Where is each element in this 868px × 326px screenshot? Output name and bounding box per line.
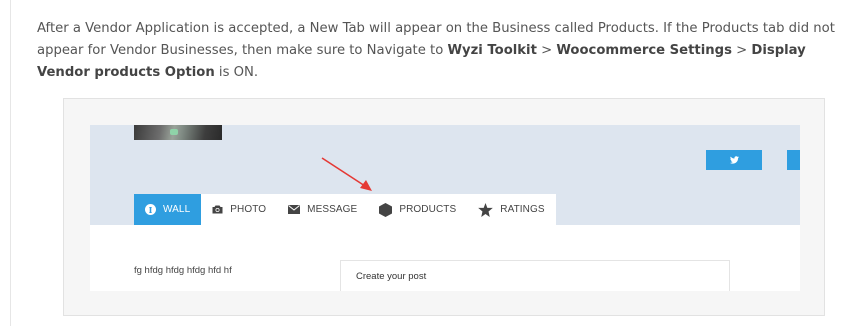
tab-label: PHOTO [230,204,267,215]
profile-tabs: i WALL PHOTO [134,194,556,225]
tab-label: WALL [163,204,191,215]
tab-label: RATINGS [500,204,545,215]
intro-paragraph: After a Vendor Application is accepted, … [37,21,835,80]
tab-message[interactable]: MESSAGE [277,194,368,225]
twitter-button[interactable] [706,150,762,170]
envelope-icon [288,205,301,214]
hexagon-icon [379,202,393,217]
tab-label: MESSAGE [307,204,358,215]
create-post-label: Create your post [356,271,427,282]
red-arrow-annotation [321,157,372,191]
tab-products[interactable]: PRODUCTS [368,194,467,225]
screenshot-frame: i WALL PHOTO [63,98,825,316]
tab-ratings[interactable]: RATINGS [467,194,555,225]
star-icon [478,202,494,217]
user-text: fg hfdg hfdg hfdg hfd hf [134,265,232,276]
menu-path-wyzi-toolkit: Wyzi Toolkit [447,43,537,58]
embedded-screenshot: i WALL PHOTO [90,125,800,291]
twitter-icon [729,156,739,164]
cover-area: i WALL PHOTO [90,125,800,225]
create-post-box[interactable]: Create your post [340,260,730,291]
tab-label: PRODUCTS [399,204,457,215]
tab-photo[interactable]: PHOTO [201,194,277,225]
tab-wall[interactable]: i WALL [134,194,202,225]
camera-icon [212,205,223,214]
menu-path-woocommerce-settings: Woocommerce Settings [556,43,732,58]
left-border [10,0,11,326]
info-circle-icon: i [145,204,156,215]
cover-photo [134,125,222,140]
social-button-partial[interactable] [787,150,800,170]
